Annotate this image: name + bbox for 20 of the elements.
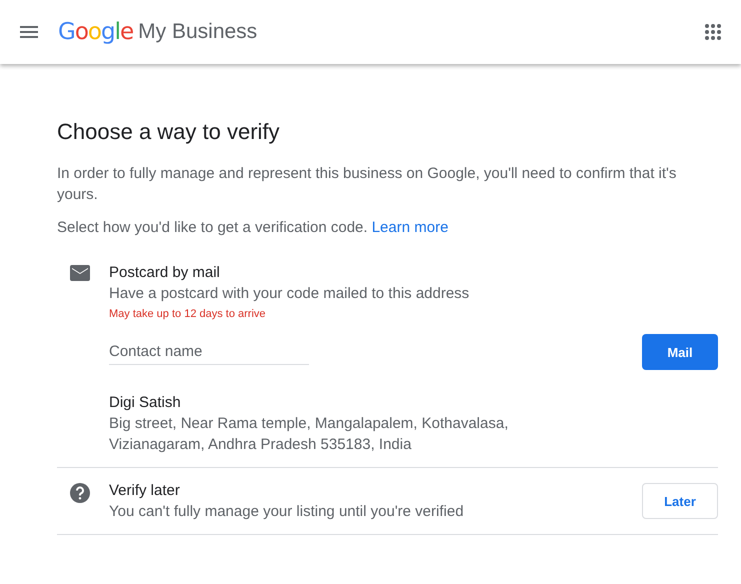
address-line: Big street, Near Rama temple, Mangalapalem, Kothavalasa,	[109, 414, 510, 434]
apps-grid-icon[interactable]	[705, 24, 721, 40]
option-title: Postcard by mail	[109, 263, 221, 283]
delivery-note: May take up to 12 days to arrive	[109, 308, 267, 320]
option-description: You can't fully manage your listing until you're verified	[109, 502, 464, 522]
option-title: Verify later	[109, 481, 181, 501]
business-name: Digi Satish	[109, 393, 182, 413]
mail-button[interactable]: Mail	[642, 334, 718, 370]
help-icon	[70, 483, 90, 503]
envelope-icon	[70, 265, 90, 281]
address-line: Vizianagaram, Andhra Pradesh 535183, India	[109, 435, 412, 455]
learn-more-link[interactable]: Learn more	[372, 219, 448, 236]
menu-icon[interactable]	[20, 26, 38, 38]
google-logo[interactable]: Google	[58, 19, 134, 45]
instruction-text: Select how you'd like to get a verification code.	[57, 219, 368, 236]
later-button[interactable]: Later	[642, 483, 718, 519]
option-description: Have a postcard with your code mailed to this address	[109, 284, 470, 304]
intro-text: In order to fully manage and represent this business on Google, you'll need to confirm that it's yours.	[57, 164, 678, 205]
product-name: My Business	[138, 20, 258, 44]
page-title: Choose a way to verify	[57, 119, 281, 145]
